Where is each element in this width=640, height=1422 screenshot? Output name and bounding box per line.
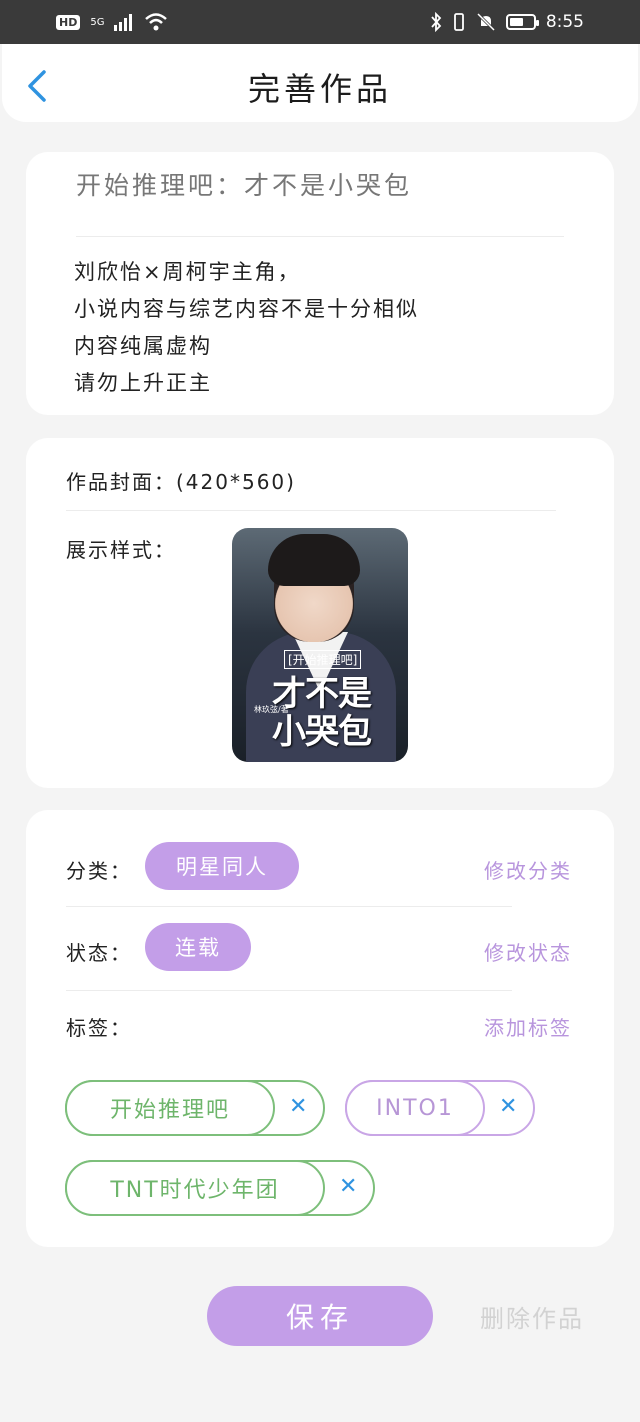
work-title[interactable]: 开始推理吧：才不是小哭包 xyxy=(76,166,412,202)
status-right: 8:55 xyxy=(430,12,584,32)
remove-tag-icon[interactable]: ✕ xyxy=(339,1174,357,1199)
cover-figure-hair xyxy=(268,534,360,586)
status-chip[interactable]: 连载 xyxy=(145,923,251,971)
status-time: 8:55 xyxy=(545,12,584,32)
cover-size-label: 作品封面：(420*560) xyxy=(66,470,296,494)
tag-label[interactable]: TNT时代少年团 xyxy=(65,1160,325,1216)
header: 完善作品 xyxy=(2,44,638,122)
description-line: 内容纯属虚构 xyxy=(74,334,212,358)
divider xyxy=(66,990,512,991)
meta-card: 分类： 明星同人 修改分类 状态： 连载 修改状态 标签： 添加标签 开始推理吧… xyxy=(26,810,614,1247)
cover-card: 作品封面：(420*560) 展示样式： [开始推理吧] 才不是 林玖弦/著 小… xyxy=(26,438,614,788)
edit-status-link[interactable]: 修改状态 xyxy=(484,937,572,966)
hd-badge: HD xyxy=(56,14,81,30)
signal-icon xyxy=(114,14,133,31)
tag-label[interactable]: 开始推理吧 xyxy=(65,1080,275,1136)
tag-item: 开始推理吧 ✕ xyxy=(65,1080,325,1136)
status-left: HD 5G xyxy=(56,13,168,31)
mute-bell-icon xyxy=(476,12,495,32)
edit-category-link[interactable]: 修改分类 xyxy=(484,855,572,884)
description-line: 小说内容与综艺内容不是十分相似 xyxy=(74,297,419,321)
page-title: 完善作品 xyxy=(247,70,392,108)
tag-item: INTO1 ✕ xyxy=(345,1080,535,1136)
description-line: 请勿上升正主 xyxy=(74,371,212,395)
remove-tag-icon[interactable]: ✕ xyxy=(499,1094,517,1119)
work-description[interactable]: 刘欣怡×周柯宇主角， 小说内容与综艺内容不是十分相似 内容纯属虚构 请勿上升正主 xyxy=(74,254,419,402)
divider xyxy=(76,236,564,237)
divider xyxy=(66,510,556,511)
divider xyxy=(66,906,512,907)
status-label: 状态： xyxy=(66,941,132,965)
category-chip[interactable]: 明星同人 xyxy=(145,842,299,890)
add-tag-link[interactable]: 添加标签 xyxy=(484,1012,572,1041)
network-type: 5G xyxy=(90,16,105,28)
delete-work-button[interactable]: 删除作品 xyxy=(480,1299,584,1334)
tags-label: 标签： xyxy=(66,1016,132,1040)
battery-icon xyxy=(505,14,539,30)
display-style-label: 展示样式： xyxy=(66,538,176,562)
wifi-icon xyxy=(145,13,168,31)
description-line: 刘欣怡×周柯宇主角， xyxy=(74,260,301,284)
work-info-card: 开始推理吧：才不是小哭包 刘欣怡×周柯宇主角， 小说内容与综艺内容不是十分相似 … xyxy=(26,152,614,415)
remove-tag-icon[interactable]: ✕ xyxy=(289,1094,307,1119)
bluetooth-icon xyxy=(431,12,442,32)
status-bar: HD 5G 8:55 xyxy=(0,0,640,44)
tag-label[interactable]: INTO1 xyxy=(345,1080,485,1136)
category-label: 分类： xyxy=(66,859,132,883)
cover-title-line2: 小哭包 xyxy=(272,712,372,752)
tag-item: TNT时代少年团 ✕ xyxy=(65,1160,375,1216)
cover-image[interactable]: [开始推理吧] 才不是 林玖弦/著 小哭包 xyxy=(232,528,408,762)
save-button[interactable]: 保存 xyxy=(207,1286,433,1346)
vibrate-icon xyxy=(453,13,464,31)
